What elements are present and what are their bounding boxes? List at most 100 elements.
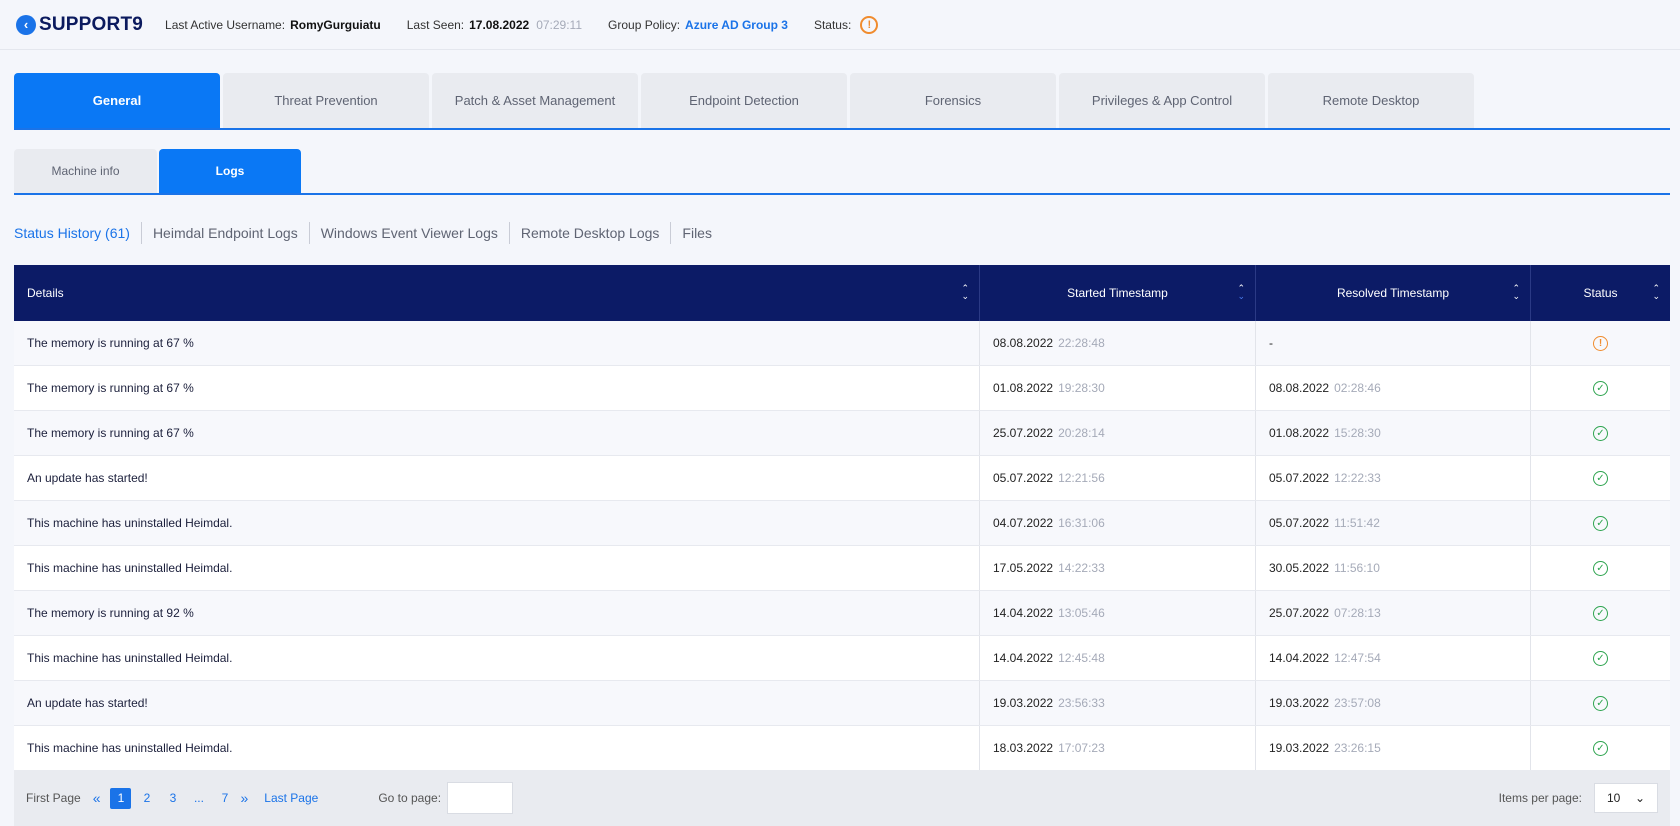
cell-details: This machine has uninstalled Heimdal.	[14, 546, 980, 590]
check-circle-icon: ✓	[1593, 470, 1608, 486]
double-chevron-right-icon[interactable]: »	[240, 790, 248, 806]
items-per-page-select[interactable]: 10 ⌄	[1594, 783, 1658, 813]
page-2[interactable]: 2	[136, 788, 157, 809]
resolved-time: 15:28:30	[1334, 426, 1381, 440]
started-date: 01.08.2022	[993, 381, 1054, 395]
top-bar: ‹ SUPPORT9 Last Active Username: RomyGur…	[0, 0, 1680, 50]
cell-resolved: 08.08.2022 02:28:46	[1256, 366, 1531, 410]
page-1[interactable]: 1	[110, 787, 132, 809]
last-page-link[interactable]: Last Page	[264, 791, 318, 805]
column-header-started[interactable]: Started Timestamp ⌃ ⌄	[980, 265, 1256, 321]
check-circle-icon: ✓	[1593, 605, 1608, 621]
items-per-page-label: Items per page:	[1498, 791, 1582, 805]
tab-threat-prevention[interactable]: Threat Prevention	[223, 73, 429, 128]
tab-patch-asset-management[interactable]: Patch & Asset Management	[432, 73, 638, 128]
details-text: This machine has uninstalled Heimdal.	[27, 561, 233, 575]
table-row[interactable]: This machine has uninstalled Heimdal. 17.…	[14, 546, 1670, 591]
sort-arrows-icon[interactable]: ⌃ ⌄	[1652, 284, 1660, 301]
cell-resolved: 30.05.2022 11:56:10	[1256, 546, 1531, 590]
table-row[interactable]: This machine has uninstalled Heimdal. 18.…	[14, 726, 1670, 771]
cell-resolved: 05.07.2022 12:22:33	[1256, 456, 1531, 500]
first-page-link[interactable]: First Page	[26, 791, 81, 805]
column-header-resolved[interactable]: Resolved Timestamp ⌃ ⌄	[1256, 265, 1531, 321]
double-chevron-left-icon[interactable]: «	[93, 790, 101, 806]
started-date: 14.04.2022	[993, 651, 1054, 665]
page-3[interactable]: 3	[162, 788, 183, 809]
resolved-date: 05.07.2022	[1269, 471, 1330, 485]
started-time: 17:07:23	[1058, 741, 1105, 755]
tab-general[interactable]: General	[14, 73, 220, 128]
details-text: The memory is running at 92 %	[27, 606, 194, 620]
started-time: 22:28:48	[1058, 336, 1105, 350]
table-row[interactable]: The memory is running at 92 % 14.04.2022 1…	[14, 591, 1670, 636]
column-header-status[interactable]: Status ⌃ ⌄	[1531, 265, 1670, 321]
tab-machine-info[interactable]: Machine info	[14, 149, 157, 193]
cell-details: The memory is running at 67 %	[14, 366, 980, 410]
cell-resolved: 01.08.2022 15:28:30	[1256, 411, 1531, 455]
table-row[interactable]: The memory is running at 67 % 08.08.2022 2…	[14, 321, 1670, 366]
cell-status: ✓	[1531, 411, 1670, 455]
cell-details: The memory is running at 92 %	[14, 591, 980, 635]
details-text: This machine has uninstalled Heimdal.	[27, 516, 233, 530]
sort-arrows-icon[interactable]: ⌃ ⌄	[961, 284, 969, 301]
page-7[interactable]: 7	[214, 788, 235, 809]
check-circle-icon: ✓	[1593, 740, 1608, 756]
chevron-left-icon[interactable]: ‹	[16, 14, 36, 35]
table-row[interactable]: An update has started! 05.07.2022 12:21:56…	[14, 456, 1670, 501]
details-text: The memory is running at 67 %	[27, 381, 194, 395]
tab-heimdal-endpoint-logs[interactable]: Heimdal Endpoint Logs	[142, 222, 310, 244]
sort-arrows-icon[interactable]: ⌃ ⌄	[1512, 284, 1520, 301]
check-circle-icon: ✓	[1593, 380, 1608, 396]
hostname: SUPPORT9	[39, 13, 144, 35]
details-text: This machine has uninstalled Heimdal.	[27, 651, 233, 665]
table-row[interactable]: The memory is running at 67 % 01.08.2022 1…	[14, 366, 1670, 411]
table-body: The memory is running at 67 % 08.08.2022 2…	[14, 321, 1670, 771]
tab-endpoint-detection[interactable]: Endpoint Detection	[641, 73, 847, 128]
cell-status: ✓	[1531, 681, 1670, 725]
group-policy: Group Policy: Azure AD Group 3	[608, 18, 788, 32]
details-text: The memory is running at 67 %	[27, 336, 194, 350]
started-date: 19.03.2022	[993, 696, 1054, 710]
started-time: 12:21:56	[1058, 471, 1105, 485]
cell-details: An update has started!	[14, 456, 980, 500]
tab-files[interactable]: Files	[671, 222, 723, 244]
resolved-date: 19.03.2022	[1269, 696, 1330, 710]
chevron-down-icon: ⌄	[1634, 791, 1645, 805]
last-seen-label: Last Seen:	[406, 17, 465, 32]
cell-resolved: 19.03.2022 23:57:08	[1256, 681, 1531, 725]
cell-started: 14.04.2022 12:45:48	[980, 636, 1256, 680]
tab-remote-desktop-logs[interactable]: Remote Desktop Logs	[510, 222, 672, 244]
column-label: Resolved Timestamp	[1336, 286, 1450, 300]
sort-arrows-icon[interactable]: ⌃ ⌄	[1237, 284, 1245, 301]
table-row[interactable]: An update has started! 19.03.2022 23:56:33…	[14, 681, 1670, 726]
table-row[interactable]: The memory is running at 67 % 25.07.2022 2…	[14, 411, 1670, 456]
column-header-details[interactable]: Details ⌃ ⌄	[14, 265, 980, 321]
table-header: Details ⌃ ⌄ Started Timestamp ⌃ ⌄ Resolved…	[14, 265, 1670, 321]
tab-remote-desktop[interactable]: Remote Desktop	[1268, 73, 1474, 128]
table-row[interactable]: This machine has uninstalled Heimdal. 14.…	[14, 636, 1670, 681]
table-row[interactable]: This machine has uninstalled Heimdal. 04.…	[14, 501, 1670, 546]
tab-status-history[interactable]: Status History (61)	[14, 222, 142, 244]
details-text: An update has started!	[27, 471, 148, 485]
check-circle-icon: ✓	[1593, 425, 1608, 441]
tab-forensics[interactable]: Forensics	[850, 73, 1056, 128]
started-date: 25.07.2022	[993, 426, 1054, 440]
go-to-page-input[interactable]	[447, 782, 514, 814]
started-time: 16:31:06	[1058, 516, 1105, 530]
resolved-time: 12:47:54	[1334, 651, 1381, 665]
cell-started: 18.03.2022 17:07:23	[980, 726, 1256, 770]
cell-details: This machine has uninstalled Heimdal.	[14, 501, 980, 545]
resolved-time: 11:56:10	[1334, 561, 1380, 575]
tab-windows-event-viewer-logs[interactable]: Windows Event Viewer Logs	[310, 222, 510, 244]
tab-logs[interactable]: Logs	[159, 149, 301, 193]
started-date: 17.05.2022	[993, 561, 1054, 575]
items-per-page: Items per page: 10 ⌄	[1499, 783, 1658, 813]
status: Status: !	[813, 15, 879, 34]
started-time: 13:05:46	[1058, 606, 1105, 620]
tab-privileges-app-control[interactable]: Privileges & App Control	[1059, 73, 1265, 128]
group-policy-link[interactable]: Azure AD Group 3	[685, 18, 788, 32]
cell-resolved: 25.07.2022 07:28:13	[1256, 591, 1531, 635]
status-label: Status:	[813, 17, 852, 32]
last-active-username: Last Active Username: RomyGurguiatu	[165, 18, 381, 32]
cell-details: This machine has uninstalled Heimdal.	[14, 636, 980, 680]
